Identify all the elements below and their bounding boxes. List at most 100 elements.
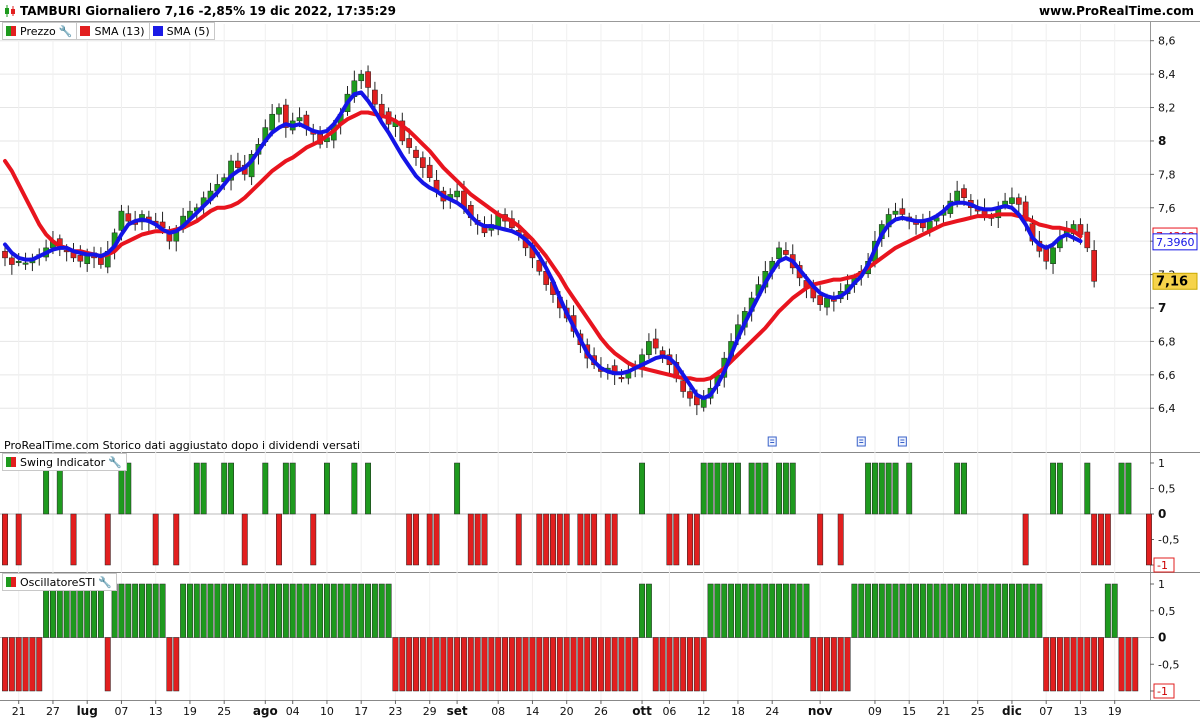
sti-bar (91, 583, 97, 638)
swing-bar (782, 462, 789, 515)
sti-bar (824, 637, 830, 692)
sti-bar (145, 583, 152, 638)
sti-bar (481, 637, 488, 692)
y-tick-label: 6,8 (1158, 335, 1176, 348)
sti-bar (776, 583, 782, 638)
sti-bar (392, 637, 399, 692)
sti-bar (97, 583, 104, 638)
x-tick-label: ott (632, 704, 652, 718)
sti-bar (844, 637, 851, 692)
candle (776, 247, 782, 259)
sti-bar (310, 583, 317, 638)
candle (358, 73, 365, 82)
sti-bar (954, 583, 961, 638)
sti-bar (1022, 583, 1029, 638)
legend-item-sti[interactable]: OscillatoreSTI 🔧 (3, 574, 116, 590)
sti-bar (817, 637, 824, 692)
sti-bar (29, 637, 36, 692)
sma5-last-value: 7,3960 (1156, 236, 1195, 249)
sti-bar (2, 637, 8, 692)
swing-bar (885, 462, 892, 515)
sti-bar (1111, 583, 1118, 638)
candle (652, 338, 659, 349)
sti-bar (878, 583, 885, 638)
sti-bar (1132, 637, 1139, 692)
sti-bar (214, 583, 221, 638)
sti-bar (22, 637, 29, 692)
sti-bar (1002, 583, 1009, 638)
swing-y-label: -0,5 (1158, 534, 1179, 547)
sti-bar (1015, 583, 1022, 638)
swing-bar (707, 462, 714, 515)
sti-bar (652, 637, 659, 692)
sti-bar (454, 637, 461, 692)
sti-bar (193, 583, 200, 638)
sti-bar (563, 637, 570, 692)
y-tick-label: 7,6 (1158, 202, 1176, 215)
sti-bar (1077, 637, 1084, 692)
sti-bar (789, 583, 796, 638)
sti-bar (1098, 637, 1104, 692)
swing-bar (817, 513, 824, 566)
swing-bar (276, 513, 282, 566)
wrench-icon[interactable]: 🔧 (108, 456, 122, 469)
swing-bar (70, 513, 77, 566)
sti-bar (317, 583, 324, 638)
swing-bar (714, 462, 721, 515)
swing-bar (556, 513, 563, 566)
sti-bar (899, 583, 906, 638)
swing-bar (762, 462, 769, 515)
sti-bar (1084, 637, 1091, 692)
swing-bar (413, 513, 419, 566)
sti-bar (159, 583, 166, 638)
swing-bar (611, 513, 618, 566)
sti-bar (872, 583, 878, 638)
swing-bar (543, 513, 550, 566)
swing-bar (693, 513, 700, 566)
swing-bar (282, 462, 289, 515)
swing-bar (1056, 462, 1063, 515)
sti-bar (207, 583, 214, 638)
swing-bar (878, 462, 885, 515)
swing-bar (639, 462, 645, 515)
x-tick-label: dic (1002, 704, 1022, 718)
legend-item-price[interactable]: Prezzo 🔧 (3, 23, 78, 39)
sti-bar (885, 583, 892, 638)
sti-bar (762, 583, 769, 638)
sti-bar (529, 637, 536, 692)
candle (646, 341, 652, 356)
wrench-icon[interactable]: 🔧 (59, 25, 73, 38)
swing-bar (289, 462, 296, 515)
sma5-swatch-icon (152, 26, 163, 36)
sti-bar (926, 583, 933, 638)
swing-y-label: 1 (1158, 457, 1165, 470)
swing-bar (324, 462, 330, 515)
legend-item-sma13[interactable]: SMA (13) (77, 23, 150, 39)
x-tick-label: 10 (320, 705, 334, 718)
swing-bar (2, 513, 8, 566)
x-tick-label: set (447, 704, 468, 718)
sti-y-label: 1 (1158, 578, 1165, 591)
wrench-icon[interactable]: 🔧 (98, 576, 112, 589)
x-tick-label: 12 (697, 705, 711, 718)
sti-bar (584, 637, 591, 692)
swing-bar (789, 462, 796, 515)
swing-bar (104, 513, 111, 566)
sti-bar (1009, 583, 1015, 638)
x-tick-label: 17 (354, 705, 368, 718)
sti-bar (200, 583, 207, 638)
sti-bar (721, 583, 728, 638)
sti-bar (36, 637, 43, 692)
sti-bar (693, 637, 700, 692)
legend-item-sma5[interactable]: SMA (5) (150, 23, 214, 39)
x-tick-label: 15 (902, 705, 916, 718)
sti-bar (1118, 637, 1125, 692)
sti-bar (543, 637, 550, 692)
swing-swatch-icon (6, 457, 16, 467)
site-link[interactable]: www.ProRealTime.com (1039, 4, 1194, 18)
sti-bar (84, 583, 91, 638)
candle (406, 138, 412, 148)
x-tick-label: 26 (594, 705, 608, 718)
x-tick-label: 08 (491, 705, 505, 718)
legend-item-swing[interactable]: Swing Indicator 🔧 (3, 454, 126, 470)
